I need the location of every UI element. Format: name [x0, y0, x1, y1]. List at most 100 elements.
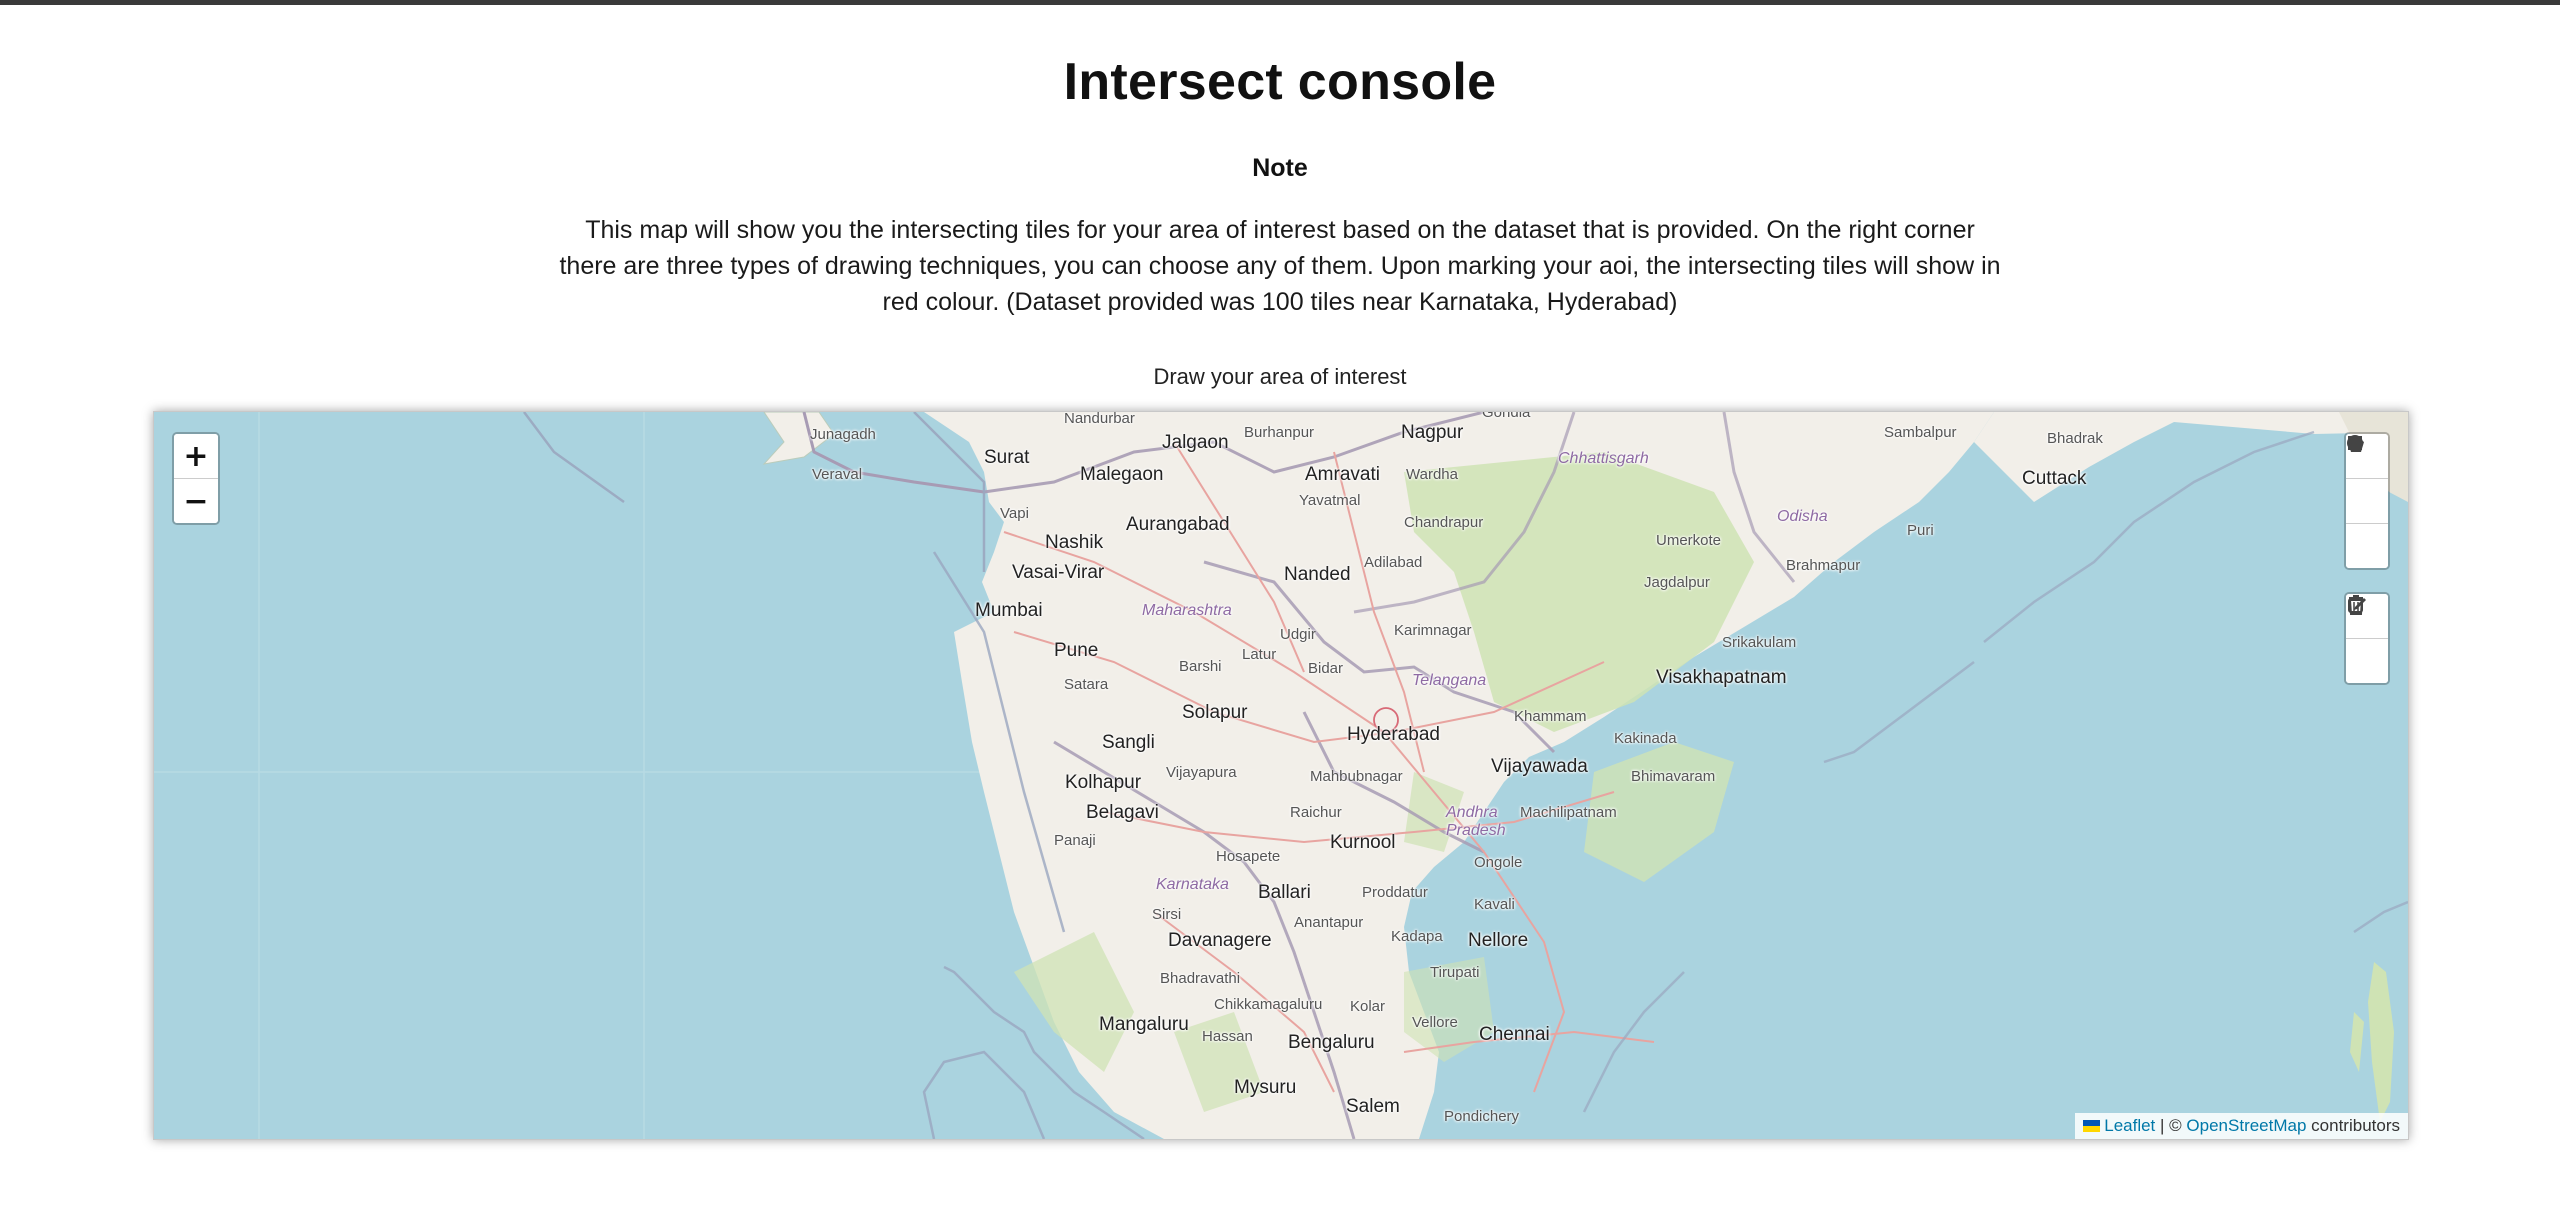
openstreetmap-link[interactable]: OpenStreetMap — [2186, 1116, 2306, 1135]
label-kolhapur: Kolhapur — [1065, 772, 1142, 793]
label-aurangabad: Aurangabad — [1126, 514, 1230, 535]
label-sangli: Sangli — [1102, 732, 1155, 753]
label-yavatmal: Yavatmal — [1299, 492, 1361, 509]
note-heading: Note — [1252, 154, 1308, 182]
label-umerkote: Umerkote — [1656, 532, 1722, 549]
label-visakhapatnam: Visakhapatnam — [1656, 667, 1787, 688]
label-chhattisgarh: Chhattisgarh — [1558, 450, 1649, 467]
draw-circle-button[interactable] — [2346, 435, 2388, 568]
label-hyderabad: Hyderabad — [1347, 724, 1440, 745]
label-junagadh: Junagadh — [810, 426, 876, 443]
circle-icon — [2347, 435, 2363, 451]
label-solapur: Solapur — [1182, 702, 1248, 723]
label-amravati: Amravati — [1305, 464, 1380, 485]
label-puri: Puri — [1907, 522, 1934, 539]
label-chennai: Chennai — [1479, 1024, 1550, 1045]
label-machilipatnam: Machilipatnam — [1520, 804, 1617, 821]
label-barshi: Barshi — [1179, 658, 1222, 675]
leaflet-link[interactable]: Leaflet — [2104, 1116, 2155, 1135]
label-vijayawada: Vijayawada — [1491, 756, 1588, 777]
zoom-in-button[interactable]: + — [174, 434, 218, 478]
label-bhadrak: Bhadrak — [2047, 430, 2103, 447]
label-wardha: Wardha — [1406, 466, 1458, 483]
label-jalgaon: Jalgaon — [1162, 432, 1229, 453]
label-karnataka: Karnataka — [1156, 876, 1229, 893]
label-hosapete: Hosapete — [1216, 848, 1281, 865]
label-vasai: Vasai-Virar — [1012, 562, 1105, 583]
map-caption: Draw your area of interest — [1153, 364, 1407, 389]
label-pondicherry: Pondichery — [1444, 1108, 1520, 1125]
label-ballari: Ballari — [1258, 882, 1311, 903]
label-adilabad: Adilabad — [1364, 554, 1423, 571]
label-kadapa: Kadapa — [1391, 928, 1443, 945]
label-davanagere: Davanagere — [1168, 930, 1272, 951]
label-telangana: Telangana — [1412, 672, 1487, 689]
label-panaji: Panaji — [1054, 832, 1096, 849]
label-chandrapur: Chandrapur — [1404, 514, 1484, 531]
label-gondia: Gondia — [1482, 411, 1531, 421]
label-salem: Salem — [1346, 1096, 1400, 1117]
map-container[interactable]: Junagadh Veraval Nandurbar Surat Jalgaon… — [153, 411, 2409, 1140]
label-malegaon: Malegaon — [1080, 464, 1164, 485]
label-mahbubnagar: Mahbubnagar — [1310, 768, 1403, 785]
label-vellore: Vellore — [1412, 1014, 1458, 1031]
label-sirsi: Sirsi — [1152, 906, 1182, 923]
label-cuttack: Cuttack — [2022, 468, 2087, 489]
label-kolar: Kolar — [1350, 998, 1386, 1015]
draw-rectangle-button[interactable] — [2346, 436, 2388, 523]
page-title: Intersect console — [1063, 53, 1497, 111]
label-raichur: Raichur — [1290, 804, 1342, 821]
label-nagpur: Nagpur — [1401, 422, 1464, 443]
attribution-suffix: contributors — [2311, 1116, 2400, 1135]
label-mysuru: Mysuru — [1234, 1077, 1297, 1098]
label-kavali: Kavali — [1474, 896, 1515, 913]
label-nellore: Nellore — [1468, 930, 1529, 951]
label-nashik: Nashik — [1045, 532, 1104, 553]
label-hassan: Hassan — [1202, 1028, 1253, 1045]
label-proddatur: Proddatur — [1362, 884, 1428, 901]
label-latur: Latur — [1242, 646, 1277, 663]
label-tirupati: Tirupati — [1430, 964, 1480, 981]
delete-layers-button[interactable] — [2346, 595, 2388, 683]
label-bhimavaram: Bhimavaram — [1631, 768, 1716, 785]
label-anantapur: Anantapur — [1294, 914, 1364, 931]
label-bidar: Bidar — [1308, 660, 1344, 677]
edit-toolbar — [2344, 592, 2390, 685]
label-mangaluru: Mangaluru — [1099, 1014, 1189, 1035]
ukraine-flag-icon — [2083, 1120, 2101, 1132]
label-veraval: Veraval — [812, 466, 863, 483]
label-srikakulam: Srikakulam — [1722, 634, 1797, 651]
label-andhra: Andhra Pradesh — [1446, 804, 1506, 839]
label-brahmapur: Brahmapur — [1786, 557, 1861, 574]
label-karimnagar: Karimnagar — [1394, 622, 1472, 639]
label-nandurbar: Nandurbar — [1064, 411, 1135, 427]
label-nanded: Nanded — [1284, 564, 1351, 585]
label-maharashtra: Maharashtra — [1142, 602, 1232, 619]
trash-icon — [2348, 595, 2364, 615]
attribution-separator: | © — [2160, 1116, 2182, 1135]
top-bar — [0, 0, 2560, 5]
label-jagdalpur: Jagdalpur — [1644, 574, 1710, 591]
map-tiles[interactable] — [154, 412, 2408, 1139]
note-body: This map will show you the intersecting … — [559, 216, 2001, 316]
zoom-out-button[interactable]: − — [174, 478, 218, 523]
label-mumbai: Mumbai — [975, 600, 1043, 621]
label-bengaluru: Bengaluru — [1288, 1032, 1375, 1053]
label-bhadravathi: Bhadravathi — [1160, 970, 1241, 987]
label-kurnool: Kurnool — [1330, 832, 1396, 853]
label-sambalpur: Sambalpur — [1884, 424, 1957, 441]
label-surat: Surat — [984, 447, 1030, 468]
label-kakinada: Kakinada — [1614, 730, 1677, 747]
label-chikkamagaluru: Chikkamagaluru — [1214, 996, 1323, 1013]
label-udgir: Udgir — [1280, 626, 1316, 643]
label-ongole: Ongole — [1474, 854, 1523, 871]
map-attribution: Leaflet | © OpenStreetMap contributors — [2075, 1113, 2408, 1139]
label-burhanpur: Burhanpur — [1244, 424, 1315, 441]
label-odisha: Odisha — [1777, 508, 1828, 525]
zoom-control: + − — [172, 432, 220, 525]
label-vapi: Vapi — [1000, 505, 1029, 522]
label-khammam: Khammam — [1514, 708, 1587, 725]
label-pune: Pune — [1054, 640, 1099, 661]
draw-toolbar — [2344, 432, 2390, 570]
label-vijayapura: Vijayapura — [1166, 764, 1237, 781]
